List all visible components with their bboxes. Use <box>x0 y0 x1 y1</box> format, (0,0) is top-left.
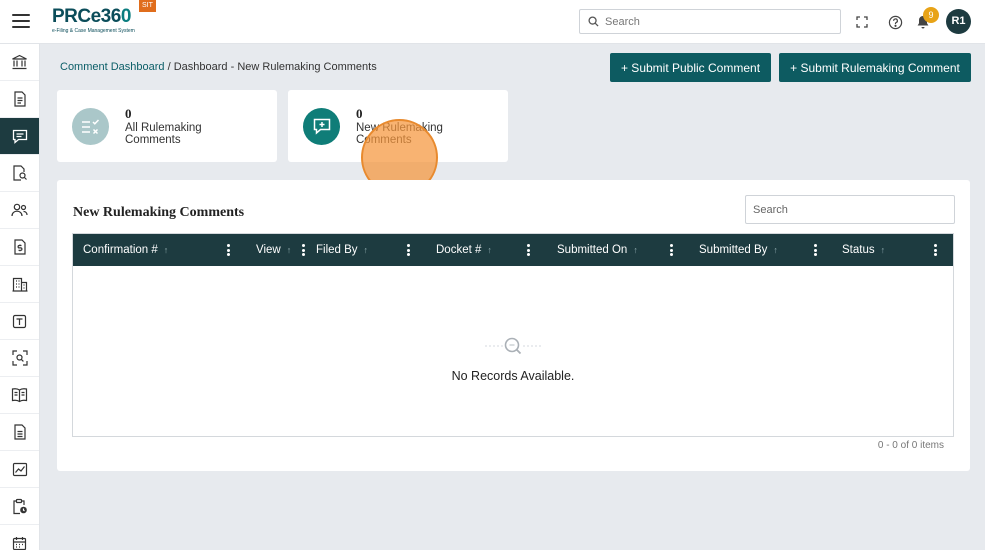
sort-arrow-icon: ↑ <box>487 245 492 255</box>
scan-search-icon <box>11 350 28 366</box>
card-all-rulemaking-comments[interactable]: 0 All Rulemaking Comments <box>57 90 277 162</box>
sidebar-nav <box>0 44 40 550</box>
book-icon <box>11 388 28 403</box>
sidebar-item-users[interactable] <box>0 192 39 229</box>
sidebar-item-organizations[interactable] <box>0 266 39 303</box>
all-comments-count: 0 <box>125 106 132 121</box>
sidebar-item-institution[interactable] <box>0 44 39 81</box>
sidebar-item-fees[interactable] <box>0 229 39 266</box>
comments-grid: Confirmation # ↑ View ↑ Filed By ↑ Docket #… <box>72 233 954 437</box>
sort-arrow-icon: ↑ <box>286 245 292 255</box>
chart-icon <box>12 462 27 476</box>
no-records-text: No Records Available. <box>451 369 575 383</box>
global-search[interactable] <box>579 9 841 34</box>
add-comment-icon <box>303 108 340 145</box>
sidebar-item-scan[interactable] <box>0 340 39 377</box>
panel-title: New Rulemaking Comments <box>73 205 245 220</box>
breadcrumb-separator: / <box>164 61 174 73</box>
checklist-icon <box>72 108 109 145</box>
calendar-icon <box>12 536 27 550</box>
sort-arrow-icon: ↑ <box>633 245 638 255</box>
top-bar: PRCe360 e-Filing & Case Management Syste… <box>0 0 985 44</box>
sidebar-item-document-search[interactable] <box>0 155 39 192</box>
sort-arrow-icon: ↑ <box>880 245 886 255</box>
card-new-rulemaking-comments[interactable]: 0 New Rulemaking Comments <box>288 90 508 162</box>
column-submitted-on[interactable]: Submitted On ↑ <box>557 234 638 266</box>
column-docket[interactable]: Docket # ↑ <box>436 234 492 266</box>
building-icon <box>12 277 27 292</box>
environment-badge: SIT <box>139 0 156 12</box>
column-menu-icon[interactable] <box>811 243 819 257</box>
sidebar-item-templates[interactable] <box>0 303 39 340</box>
sort-arrow-icon: ↑ <box>163 245 169 255</box>
logo-text: PRCe36 <box>52 6 121 27</box>
breadcrumb: Comment Dashboard / Dashboard - New Rule… <box>60 61 377 73</box>
comment-icon <box>12 129 27 144</box>
all-comments-label: All Rulemaking Comments <box>125 122 202 146</box>
sidebar-item-reports[interactable] <box>0 414 39 451</box>
column-view[interactable]: View ↑ <box>256 234 291 266</box>
fullscreen-icon[interactable] <box>853 13 871 31</box>
document-search-icon <box>12 165 27 181</box>
column-menu-icon[interactable] <box>524 243 532 257</box>
money-document-icon <box>13 239 26 255</box>
sidebar-item-documents[interactable] <box>0 81 39 118</box>
sidebar-item-schedule[interactable] <box>0 488 39 525</box>
sidebar-item-library[interactable] <box>0 377 39 414</box>
hamburger-menu-icon[interactable] <box>12 14 30 28</box>
new-comments-label: New Rulemaking Comments <box>356 122 443 146</box>
logo-text-accent: 0 <box>120 6 132 27</box>
column-menu-icon[interactable] <box>931 243 939 257</box>
breadcrumb-comment-dashboard[interactable]: Comment Dashboard <box>60 61 165 73</box>
notification-count-badge: 9 <box>923 7 939 23</box>
grid-header: Confirmation # ↑ View ↑ Filed By ↑ Docket #… <box>73 234 953 266</box>
column-menu-icon[interactable] <box>299 243 307 257</box>
grid-search-input[interactable] <box>745 195 955 224</box>
column-menu-icon[interactable] <box>667 243 675 257</box>
institution-icon <box>12 54 27 70</box>
submit-public-comment-button[interactable]: + Submit Public Comment <box>610 53 771 82</box>
sidebar-item-analytics[interactable] <box>0 451 39 488</box>
clipboard-clock-icon <box>12 498 27 514</box>
logo-subtitle: e-Filing & Case Management System <box>52 28 135 34</box>
new-comments-count: 0 <box>356 106 363 121</box>
empty-state: No Records Available. <box>73 334 953 383</box>
sidebar-item-calendar[interactable] <box>0 525 39 550</box>
column-status[interactable]: Status ↑ <box>842 234 885 266</box>
sidebar-item-comments[interactable] <box>0 118 39 155</box>
search-icon <box>588 16 599 27</box>
column-confirmation[interactable]: Confirmation # ↑ <box>83 234 168 266</box>
global-search-input[interactable] <box>605 15 825 28</box>
user-avatar[interactable]: R1 <box>946 9 971 34</box>
report-document-icon <box>13 424 26 440</box>
template-icon <box>12 314 27 328</box>
sort-arrow-icon: ↑ <box>363 245 369 255</box>
sort-arrow-icon: ↑ <box>773 245 778 255</box>
users-icon <box>11 203 28 217</box>
column-submitted-by[interactable]: Submitted By ↑ <box>699 234 778 266</box>
column-menu-icon[interactable] <box>224 243 232 257</box>
help-icon[interactable] <box>886 13 904 31</box>
submit-rulemaking-comment-button[interactable]: + Submit Rulemaking Comment <box>779 53 971 82</box>
no-records-search-icon <box>483 334 543 361</box>
comments-panel: New Rulemaking Comments Confirmation #↑ … <box>57 180 970 471</box>
pager-info: 0 - 0 of 0 items <box>877 440 944 451</box>
breadcrumb-current: Dashboard - New Rulemaking Comments <box>173 61 377 73</box>
column-menu-icon[interactable] <box>404 243 412 257</box>
column-filed-by[interactable]: Filed By ↑ <box>316 234 368 266</box>
document-icon <box>13 91 26 107</box>
